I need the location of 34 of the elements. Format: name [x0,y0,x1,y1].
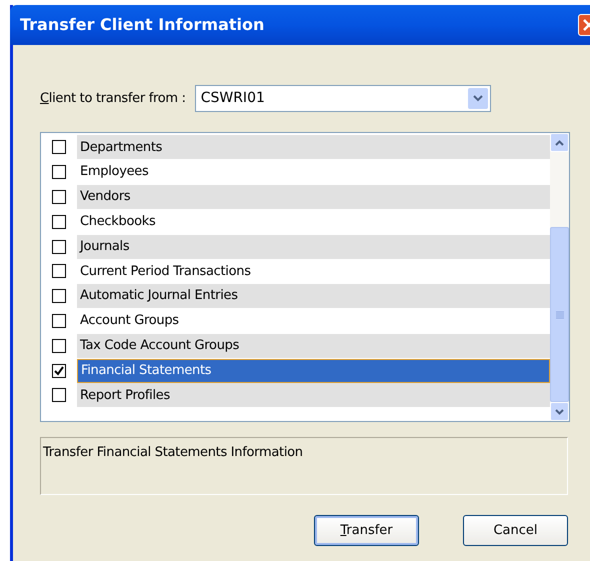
checkbox[interactable] [52,140,66,154]
scroll-thumb[interactable] [550,227,569,402]
list-item[interactable]: Departments [77,135,550,160]
chevron-up-icon [555,140,564,146]
scroll-down-button[interactable] [550,402,569,421]
client-dropdown[interactable]: CSWRI01 [194,85,491,112]
checkbox[interactable] [52,240,66,254]
checkbox[interactable] [52,214,66,229]
description-text: Transfer Financial Statements Information [43,445,303,460]
checkmark-icon [54,366,64,376]
cancel-button[interactable]: Cancel [463,515,568,546]
chevron-down-icon [472,95,483,102]
checkbox[interactable] [52,338,66,353]
scroll-up-button[interactable] [550,133,569,152]
checkbox[interactable] [52,190,66,204]
checkbox[interactable] [52,165,66,180]
list-item[interactable]: Financial Statements [77,358,550,383]
list-item[interactable]: Tax Code Account Groups [77,334,550,358]
list-item[interactable]: Vendors [77,184,550,209]
window-title: Transfer Client Information [20,14,264,36]
checkbox[interactable] [52,364,66,378]
chevron-down-icon [555,408,564,414]
checkbox[interactable] [52,388,66,402]
list-item[interactable]: Journals [77,234,550,259]
list-item[interactable]: Report Profiles [77,383,550,408]
checkbox[interactable] [52,314,66,328]
checkbox[interactable] [52,264,66,278]
transfer-button[interactable]: Transfer [314,515,419,546]
grip-icon [556,310,564,318]
list-item[interactable]: Automatic Journal Entries [77,284,550,308]
checkbox[interactable] [52,289,66,304]
dropdown-button[interactable] [468,88,488,109]
scrollbar[interactable] [550,133,569,421]
client-label: Client to transfer from : [40,90,186,108]
